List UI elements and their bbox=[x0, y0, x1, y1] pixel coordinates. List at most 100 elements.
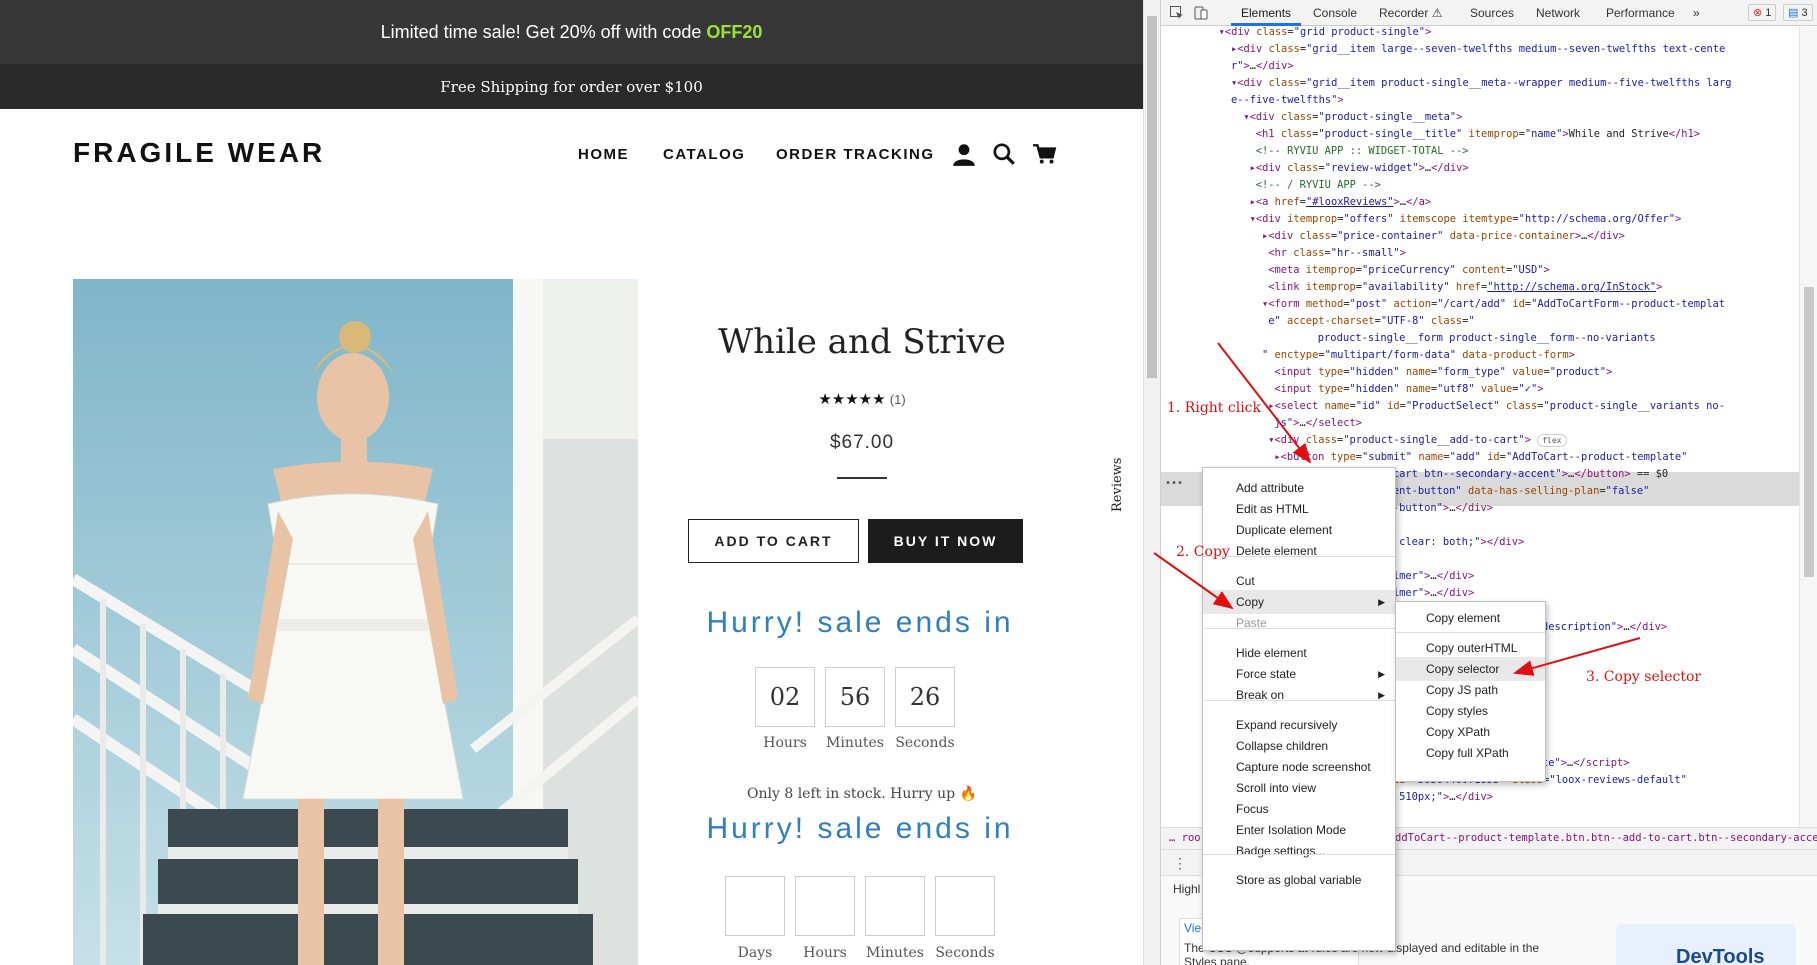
dom-node-line[interactable]: ▸<div class="grid__item large--seven-twe… bbox=[1231, 41, 1725, 58]
store-page: Limited time sale! Get 20% off with code… bbox=[0, 0, 1143, 965]
context-menu-item-break-on[interactable]: Break on ▶ bbox=[1203, 683, 1395, 707]
buy-now-button[interactable]: BUY IT NOW bbox=[868, 519, 1023, 563]
timer-hours-box: 02 bbox=[755, 667, 815, 727]
dom-scrollbar-thumb[interactable] bbox=[1804, 287, 1814, 577]
more-tabs-chevron-icon[interactable]: » bbox=[1693, 6, 1700, 20]
timer-hours-label: Hours bbox=[763, 735, 807, 751]
dom-node-line[interactable]: e--five-twelfths"> bbox=[1231, 92, 1344, 109]
devtools-logo-text: DevTools bbox=[1676, 946, 1765, 965]
product-price: $67.00 bbox=[829, 432, 895, 453]
messages-badge[interactable]: ▤ 3 bbox=[1783, 4, 1813, 21]
annotation-step2: 2. Copy bbox=[1176, 544, 1230, 560]
timer2-minutes-box bbox=[865, 876, 925, 936]
context-menu-item-label: Force state bbox=[1236, 667, 1297, 681]
dom-node-line[interactable]: product-single__form product-single__for… bbox=[1318, 330, 1656, 347]
news-link[interactable]: Vie bbox=[1184, 921, 1201, 935]
product-title: While and Strive bbox=[718, 322, 1006, 362]
store-logo[interactable]: FRAGILE WEAR bbox=[73, 137, 325, 169]
dom-node-line[interactable]: " enctype="multipart/form-data" data-pro… bbox=[1262, 347, 1575, 364]
dom-node-line[interactable]: js">…</select> bbox=[1274, 415, 1362, 432]
error-icon: ⊗ bbox=[1753, 7, 1763, 19]
dom-node-line[interactable]: ▾<div class="product-single__meta"> bbox=[1243, 109, 1462, 126]
rating-stars[interactable]: ★★★★★ (1) bbox=[700, 390, 1024, 408]
nav-home[interactable]: HOME bbox=[578, 146, 629, 163]
timer-seconds-label: Seconds bbox=[895, 735, 955, 751]
nav-catalog[interactable]: CATALOG bbox=[663, 146, 745, 163]
timer-minutes-box: 56 bbox=[825, 667, 885, 727]
drawer-menu-icon[interactable]: ⋮ bbox=[1173, 855, 1187, 872]
context-menu: Add attribute Edit as HTML Duplicate eleme… bbox=[1202, 467, 1396, 951]
announcement-text: Limited time sale! Get 20% off with code bbox=[380, 21, 702, 42]
node-ellipsis-icon[interactable]: ••• bbox=[1165, 475, 1183, 492]
context-menu-item-label: Add attribute bbox=[1236, 481, 1305, 495]
context-menu-item-label: Expand recursively bbox=[1236, 718, 1338, 732]
errors-badge[interactable]: ⊗ 1 bbox=[1748, 4, 1777, 21]
reviews-side-tab[interactable]: Reviews bbox=[1110, 452, 1130, 512]
menu-separator bbox=[1203, 854, 1395, 855]
breadcrumb-selected[interactable]: ddToCart--product-template.btn.btn--add-… bbox=[1395, 832, 1817, 844]
dom-node-line[interactable]: ▸<select name="id" id="ProductSelect" cl… bbox=[1268, 398, 1725, 415]
dom-node-line[interactable]: ▸<div class="price-container" data-price… bbox=[1262, 228, 1625, 245]
tab-network[interactable]: Network bbox=[1536, 6, 1580, 20]
dom-node-line[interactable]: ▸<a href="#looxReviews">…</a> bbox=[1250, 194, 1432, 211]
context-menu-item-label: Hide element bbox=[1236, 646, 1307, 660]
add-to-cart-button[interactable]: ADD TO CART bbox=[688, 519, 859, 563]
dom-scrollbar[interactable] bbox=[1799, 27, 1817, 827]
timer2-hours-label: Hours bbox=[803, 945, 847, 961]
dom-node-line[interactable]: ▾<div class="grid product-single"> bbox=[1219, 27, 1432, 41]
dom-node-line[interactable]: <h1 class="product-single__title" itempr… bbox=[1256, 126, 1700, 143]
announcement-bar: Limited time sale! Get 20% off with code… bbox=[0, 0, 1143, 64]
device-toolbar-icon[interactable] bbox=[1193, 5, 1209, 21]
dom-node-line[interactable]: <input type="hidden" name="form_type" va… bbox=[1274, 364, 1612, 381]
shipping-bar: Free Shipping for order over $100 bbox=[0, 64, 1143, 109]
account-icon[interactable] bbox=[951, 141, 977, 167]
dom-node-line[interactable]: ▾<div class="grid__item product-single__… bbox=[1231, 75, 1731, 92]
review-count: (1) bbox=[889, 392, 906, 407]
timer-seconds-box: 26 bbox=[895, 667, 955, 727]
active-tab-indicator bbox=[1231, 23, 1301, 26]
timer2-days-label: Days bbox=[737, 945, 773, 961]
copy-submenu-item-copy-element[interactable]: Copy element bbox=[1396, 606, 1545, 630]
tab-elements[interactable]: Elements bbox=[1241, 6, 1291, 20]
dom-node-line[interactable]: <meta itemprop="priceCurrency" content="… bbox=[1268, 262, 1550, 279]
search-icon[interactable] bbox=[991, 141, 1017, 167]
tab-console[interactable]: Console bbox=[1313, 6, 1357, 20]
context-menu-item-delete-element[interactable]: Delete element bbox=[1203, 539, 1395, 563]
context-menu-item-label: Collapse children bbox=[1236, 739, 1329, 753]
dom-node-line[interactable]: <!-- RYVIU APP :: WIDGET-TOTAL --> bbox=[1256, 143, 1469, 160]
dom-node-line[interactable]: ▾<div itemprop="offers" itemscope itemty… bbox=[1250, 211, 1682, 228]
nav-order-tracking[interactable]: ORDER TRACKING bbox=[776, 146, 935, 163]
annotation-step3: 3. Copy selector bbox=[1586, 669, 1702, 685]
dom-node-line[interactable]: <!-- / RYVIU APP --> bbox=[1256, 177, 1381, 194]
dom-node-line[interactable]: ▾<form method="post" action="/cart/add" … bbox=[1262, 296, 1725, 313]
context-menu-item-badge-settings[interactable]: Badge settings... bbox=[1203, 839, 1395, 863]
context-menu-item-store-as-global-variable[interactable]: Store as global variable bbox=[1203, 868, 1395, 892]
context-menu-item-label: Enter Isolation Mode bbox=[1236, 823, 1347, 837]
dom-node-line[interactable]: <link itemprop="availability" href="http… bbox=[1268, 279, 1662, 296]
dom-node-line[interactable]: ▾<div class="product-single__add-to-cart… bbox=[1268, 432, 1567, 449]
dom-node-line[interactable]: ▸<div class="review-widget">…</div> bbox=[1250, 160, 1469, 177]
cart-icon[interactable] bbox=[1032, 141, 1058, 167]
dom-node-line[interactable]: ▸<button type="submit" name="add" id="Ad… bbox=[1274, 449, 1687, 466]
timer2-hours-box bbox=[795, 876, 855, 936]
tab-performance[interactable]: Performance bbox=[1606, 6, 1675, 20]
page-scrollbar-thumb[interactable] bbox=[1147, 16, 1157, 378]
divider bbox=[837, 477, 887, 479]
context-menu-item-label: Duplicate element bbox=[1236, 523, 1333, 537]
messages-count: 3 bbox=[1801, 6, 1808, 19]
devtools-tabbar: Elements Console Recorder ⚠ Sources Netw… bbox=[1161, 0, 1817, 26]
tab-recorder[interactable]: Recorder ⚠ bbox=[1379, 6, 1442, 20]
tab-sources[interactable]: Sources bbox=[1470, 6, 1514, 20]
context-menu-item-paste[interactable]: Paste bbox=[1203, 611, 1395, 635]
devtools-promo-image: DevTools bbox=[1616, 924, 1796, 965]
breadcrumb-root[interactable]: … roo bbox=[1169, 832, 1201, 844]
styles-tab-partial[interactable]: Highl bbox=[1173, 882, 1200, 896]
inspect-element-icon[interactable] bbox=[1169, 5, 1185, 21]
menu-separator bbox=[1396, 632, 1545, 633]
copy-submenu-item-copy-full-xpath[interactable]: Copy full XPath bbox=[1396, 741, 1545, 765]
dom-node-line[interactable]: e" accept-charset="UTF-8" class=" bbox=[1268, 313, 1475, 330]
page-scrollbar[interactable] bbox=[1143, 0, 1160, 965]
dom-node-line[interactable]: <hr class="hr--small"> bbox=[1268, 245, 1406, 262]
dom-node-line[interactable]: <input type="hidden" name="utf8" value="… bbox=[1274, 381, 1543, 398]
dom-node-line[interactable]: r">…</div> bbox=[1231, 58, 1294, 75]
